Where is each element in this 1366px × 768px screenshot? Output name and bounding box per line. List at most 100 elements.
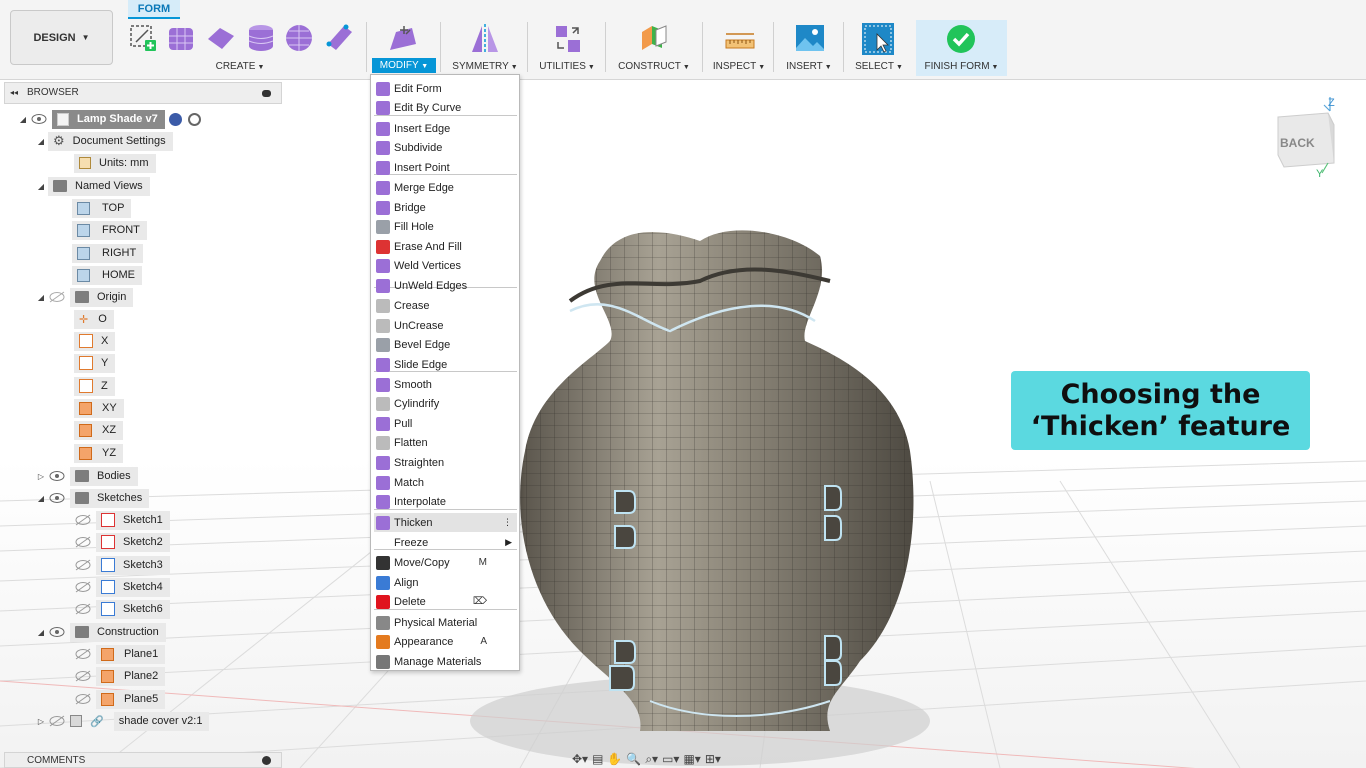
tree-units[interactable]: Units: mm — [74, 153, 156, 173]
more-options-icon[interactable]: ⋮ — [503, 517, 512, 528]
tree-origin-xz[interactable]: XZ — [74, 420, 124, 440]
menu-item-cylindrify[interactable]: Cylindrify — [374, 394, 517, 413]
quadball-form-icon[interactable] — [324, 22, 356, 54]
tree-sketches[interactable]: ◢ Sketches — [34, 488, 150, 508]
menu-item-bevel-edge[interactable]: Bevel Edge — [374, 335, 517, 354]
tree-bodies[interactable]: ▷ Bodies — [34, 466, 138, 486]
menu-item-move-copy[interactable]: Move/Copy M — [374, 553, 517, 572]
eye-hidden-icon[interactable] — [48, 291, 66, 303]
tree-plane-2[interactable]: Plane2 — [74, 666, 166, 686]
tree-origin-o[interactable]: ✛ O — [74, 309, 114, 329]
menu-item-edit-by-curve[interactable]: Edit By Curve — [374, 98, 517, 117]
menu-item-fill-hole[interactable]: Fill Hole — [374, 217, 517, 236]
tree-origin-y[interactable]: Y — [74, 353, 116, 373]
menu-item-physical-material[interactable]: Physical Material — [374, 613, 517, 632]
tree-origin-xy[interactable]: XY — [74, 398, 124, 418]
workspace-switcher-button[interactable]: DESIGN ▼ — [10, 10, 113, 65]
zoom-window-icon[interactable]: ⌕▾ — [645, 752, 658, 767]
pan-icon[interactable]: ✋ — [607, 752, 622, 766]
panel-pin-icon[interactable] — [262, 90, 271, 97]
tree-origin-x[interactable]: X — [74, 331, 116, 351]
eye-icon[interactable] — [30, 113, 48, 125]
tree-view-right[interactable]: RIGHT — [72, 243, 144, 263]
menu-item-manage-materials[interactable]: Manage Materials — [374, 652, 517, 671]
zoom-icon[interactable]: 🔍 — [626, 752, 641, 766]
menu-item-merge-edge[interactable]: Merge Edge — [374, 178, 517, 197]
menu-item-uncrease[interactable]: UnCrease — [374, 316, 517, 335]
add-comment-icon[interactable] — [262, 756, 271, 765]
lamp-shade-model[interactable] — [470, 221, 930, 741]
tree-origin[interactable]: ◢ Origin — [34, 287, 134, 307]
tab-form[interactable]: FORM — [128, 0, 180, 19]
menu-item-interpolate[interactable]: Interpolate — [374, 492, 517, 511]
eye-hidden-icon[interactable] — [48, 715, 66, 727]
tree-document-settings[interactable]: ◢ ⚙ Document Settings — [34, 131, 173, 151]
expand-triangle-icon[interactable]: ▷ — [34, 472, 48, 481]
menu-item-straighten[interactable]: Straighten — [374, 453, 517, 472]
eye-hidden-icon[interactable] — [74, 536, 92, 548]
construct-group[interactable]: CONSTRUCT ▼ — [610, 20, 698, 76]
utilities-group[interactable]: UTILITIES ▼ — [532, 20, 602, 76]
eye-hidden-icon[interactable] — [74, 581, 92, 593]
menu-item-thicken[interactable]: Thicken ⋮ — [374, 513, 517, 532]
eye-hidden-icon[interactable] — [74, 670, 92, 682]
tree-plane-5[interactable]: Plane5 — [74, 689, 166, 709]
menu-item-weld-vertices[interactable]: Weld Vertices — [374, 256, 517, 275]
menu-item-subdivide[interactable]: Subdivide — [374, 138, 517, 157]
menu-item-edit-form[interactable]: Edit Form — [374, 79, 517, 98]
eye-hidden-icon[interactable] — [74, 648, 92, 660]
menu-item-pull[interactable]: Pull — [374, 414, 517, 433]
expand-triangle-icon[interactable]: ◢ — [34, 137, 48, 146]
comments-panel[interactable]: COMMENTS — [4, 752, 282, 768]
expand-triangle-icon[interactable]: ◢ — [34, 494, 48, 503]
orbit-icon[interactable]: ✥▾ — [572, 752, 588, 766]
tree-view-home[interactable]: HOME — [72, 265, 142, 285]
modify-menu-button[interactable]: MODIFY ▼ — [372, 58, 436, 73]
menu-item-crease[interactable]: Crease — [374, 296, 517, 315]
finish-form-button[interactable]: FINISH FORM ▼ — [916, 20, 1007, 76]
tree-sketch-4[interactable]: Sketch4 — [74, 577, 170, 597]
menu-item-unweld-edges[interactable]: UnWeld Edges — [374, 276, 517, 295]
eye-icon[interactable] — [48, 470, 66, 482]
tree-origin-z[interactable]: Z — [74, 376, 115, 396]
plane-form-icon[interactable] — [206, 24, 236, 52]
tree-root[interactable]: ◢ Lamp Shade v7 — [16, 109, 201, 129]
activate-radio-icon[interactable] — [187, 112, 201, 126]
expand-triangle-icon[interactable]: ◢ — [34, 628, 48, 637]
menu-item-slide-edge[interactable]: Slide Edge — [374, 355, 517, 374]
tree-construction[interactable]: ◢ Construction — [34, 622, 166, 642]
select-group[interactable]: SELECT ▼ — [848, 20, 910, 76]
grid-settings-icon[interactable]: ▦▾ — [683, 752, 700, 766]
tree-view-top[interactable]: TOP — [72, 198, 132, 218]
cylinder-form-icon[interactable] — [246, 22, 276, 54]
tree-view-front[interactable]: FRONT — [72, 220, 147, 240]
eye-hidden-icon[interactable] — [74, 693, 92, 705]
menu-item-smooth[interactable]: Smooth — [374, 375, 517, 394]
inspect-group[interactable]: INSPECT ▼ — [708, 20, 770, 76]
menu-item-appearance[interactable]: Appearance A — [374, 632, 517, 651]
viewports-icon[interactable]: ⊞▾ — [705, 752, 721, 766]
expand-triangle-icon[interactable]: ◢ — [16, 115, 30, 124]
menu-item-bridge[interactable]: Bridge — [374, 198, 517, 217]
menu-item-freeze[interactable]: Freeze ▶ — [374, 533, 517, 552]
expand-triangle-icon[interactable]: ◢ — [34, 182, 48, 191]
create-menu-label[interactable]: CREATE ▼ — [124, 61, 356, 72]
menu-item-insert-point[interactable]: Insert Point — [374, 158, 517, 177]
menu-item-insert-edge[interactable]: Insert Edge — [374, 119, 517, 138]
tree-origin-yz[interactable]: YZ — [74, 443, 124, 463]
menu-item-align[interactable]: Align — [374, 573, 517, 592]
viewcube[interactable]: BACK Z Y — [1270, 95, 1345, 180]
menu-item-flatten[interactable]: Flatten — [374, 433, 517, 452]
tree-sketch-2[interactable]: Sketch2 — [74, 532, 170, 552]
tree-sketch-1[interactable]: Sketch1 — [74, 510, 170, 530]
menu-item-match[interactable]: Match — [374, 473, 517, 492]
tree-sketch-3[interactable]: Sketch3 — [74, 555, 170, 575]
expand-triangle-icon[interactable]: ▷ — [34, 717, 48, 726]
box-sketch-icon[interactable] — [128, 22, 158, 54]
eye-hidden-icon[interactable] — [74, 603, 92, 615]
eye-hidden-icon[interactable] — [74, 514, 92, 526]
collapse-arrows-icon[interactable]: ◂◂ — [10, 83, 18, 103]
display-settings-icon[interactable]: ▭▾ — [662, 752, 679, 766]
expand-triangle-icon[interactable]: ◢ — [34, 293, 48, 302]
insert-group[interactable]: INSERT ▼ — [780, 20, 838, 76]
